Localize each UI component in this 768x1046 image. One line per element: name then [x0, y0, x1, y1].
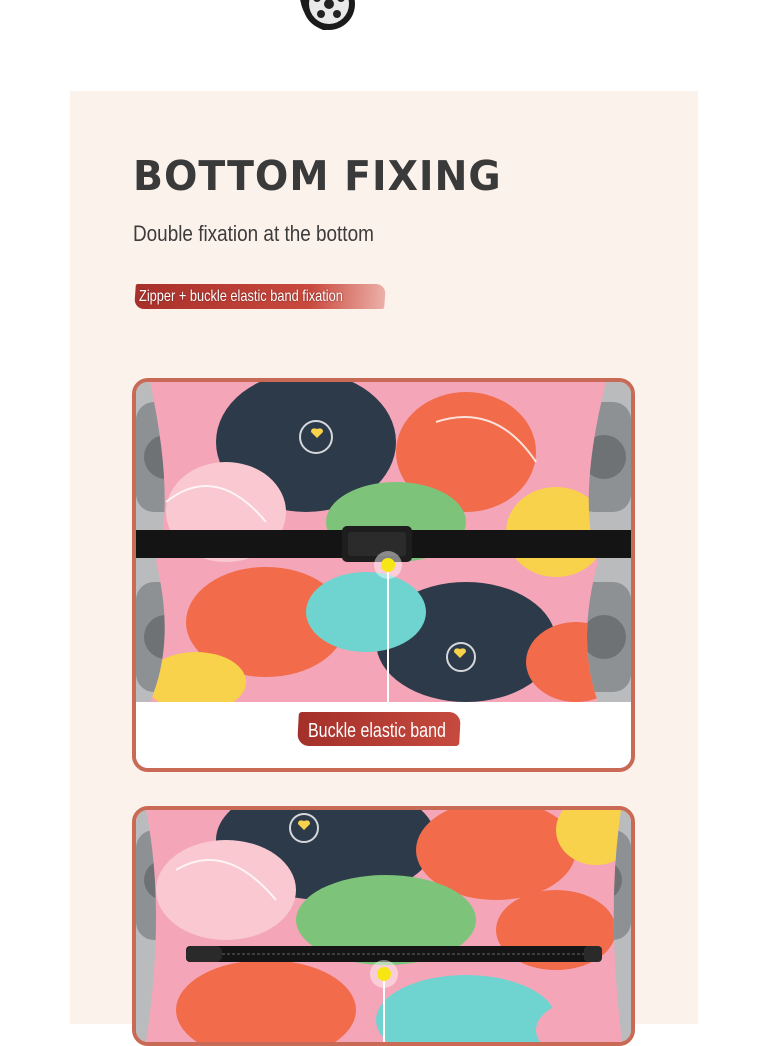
photo-caption: Buckle elastic band [308, 720, 446, 742]
zipper-photo [132, 806, 635, 1046]
feature-ribbon-label: Zipper + buckle elastic band fixation [139, 288, 343, 305]
section-subtitle: Double fixation at the bottom [133, 221, 374, 246]
section-title: BOTTOM FIXING [133, 152, 502, 200]
suitcase-wheel-icon [295, 0, 355, 32]
